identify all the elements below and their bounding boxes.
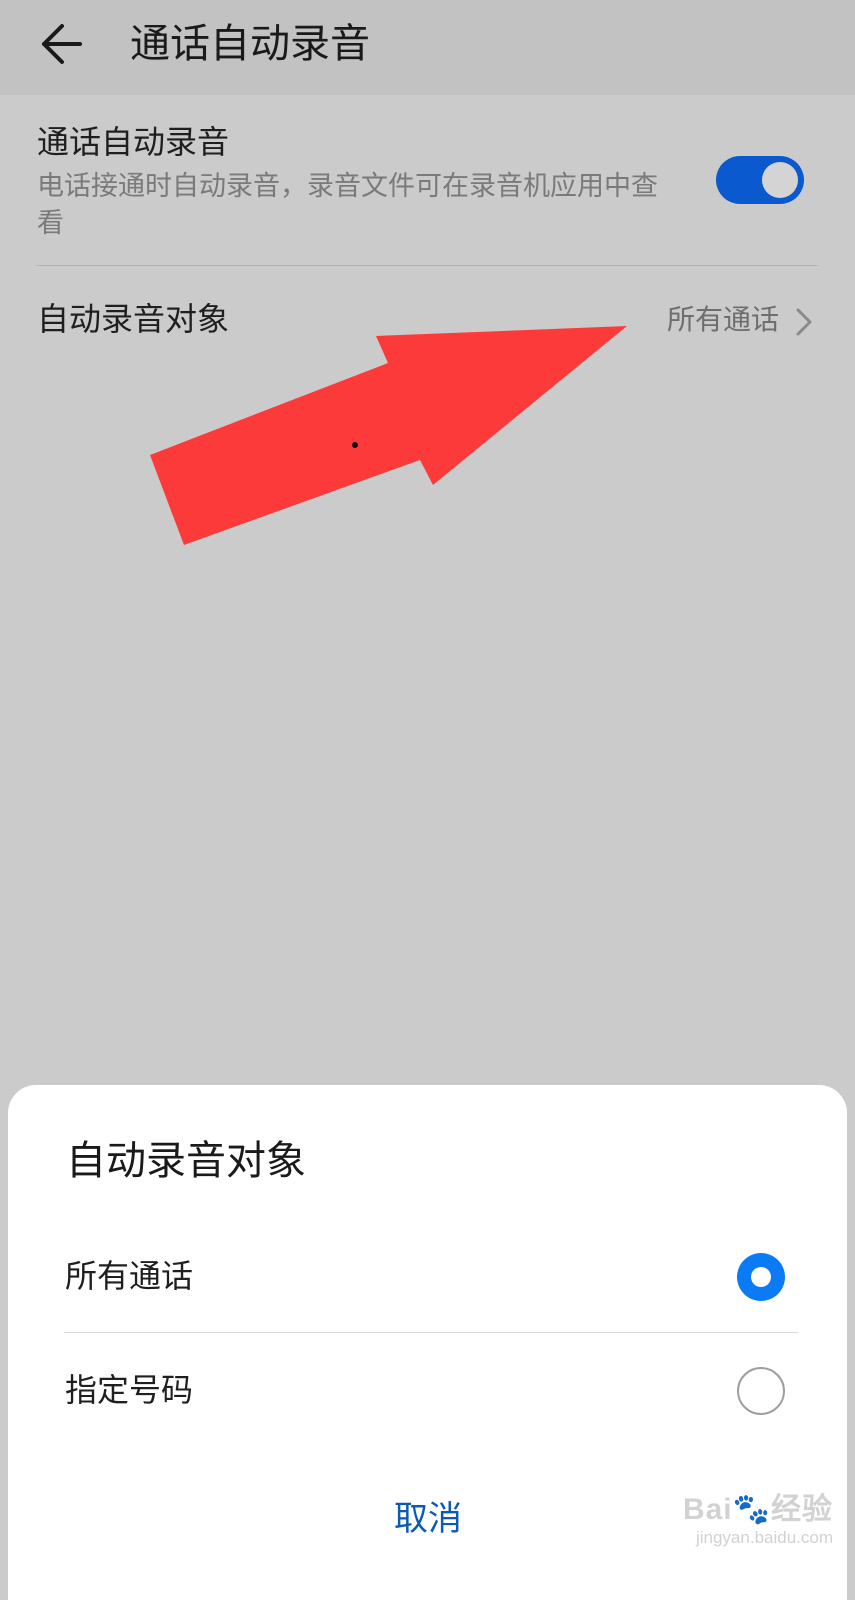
toggle-knob: [762, 162, 798, 198]
record-target-label: 自动录音对象: [37, 300, 230, 338]
record-target-dialog: 自动录音对象 所有通话 指定号码 取消 Bai🐾经验 jingyan.baidu…: [8, 1085, 847, 1600]
record-target-row[interactable]: 自动录音对象 所有通话: [0, 285, 855, 360]
option-label: 指定号码: [65, 1371, 194, 1409]
radio-selected[interactable]: [737, 1253, 785, 1301]
auto-record-row: 通话自动录音 电话接通时自动录音，录音文件可在录音机应用中查看: [0, 110, 855, 265]
option-label: 所有通话: [65, 1257, 194, 1295]
watermark-brand: Bai🐾经验: [682, 1493, 833, 1526]
option-all-calls[interactable]: 所有通话: [8, 1227, 847, 1327]
watermark-url: jingyan.baidu.com: [695, 1528, 833, 1547]
auto-record-toggle[interactable]: [716, 156, 804, 204]
annotation-dot: [352, 442, 358, 448]
chevron-right-icon: [796, 308, 812, 336]
record-target-value: 所有通话: [666, 303, 779, 336]
dialog-title: 自动录音对象: [66, 1138, 306, 1184]
divider: [36, 265, 818, 266]
auto-record-description: 电话接通时自动录音，录音文件可在录音机应用中查看: [37, 171, 658, 239]
arrow-left-icon: [42, 24, 82, 64]
app-bar: 通话自动录音: [0, 0, 855, 95]
back-button[interactable]: [36, 16, 92, 72]
baidu-watermark: Bai🐾经验 jingyan.baidu.com: [683, 1493, 833, 1549]
option-specific-numbers[interactable]: 指定号码: [8, 1341, 847, 1441]
radio-unselected[interactable]: [737, 1367, 785, 1415]
cancel-button[interactable]: 取消: [328, 1489, 528, 1549]
auto-record-title: 通话自动录音: [37, 123, 230, 161]
dialog-divider: [64, 1332, 798, 1333]
page-title: 通话自动录音: [130, 21, 370, 67]
